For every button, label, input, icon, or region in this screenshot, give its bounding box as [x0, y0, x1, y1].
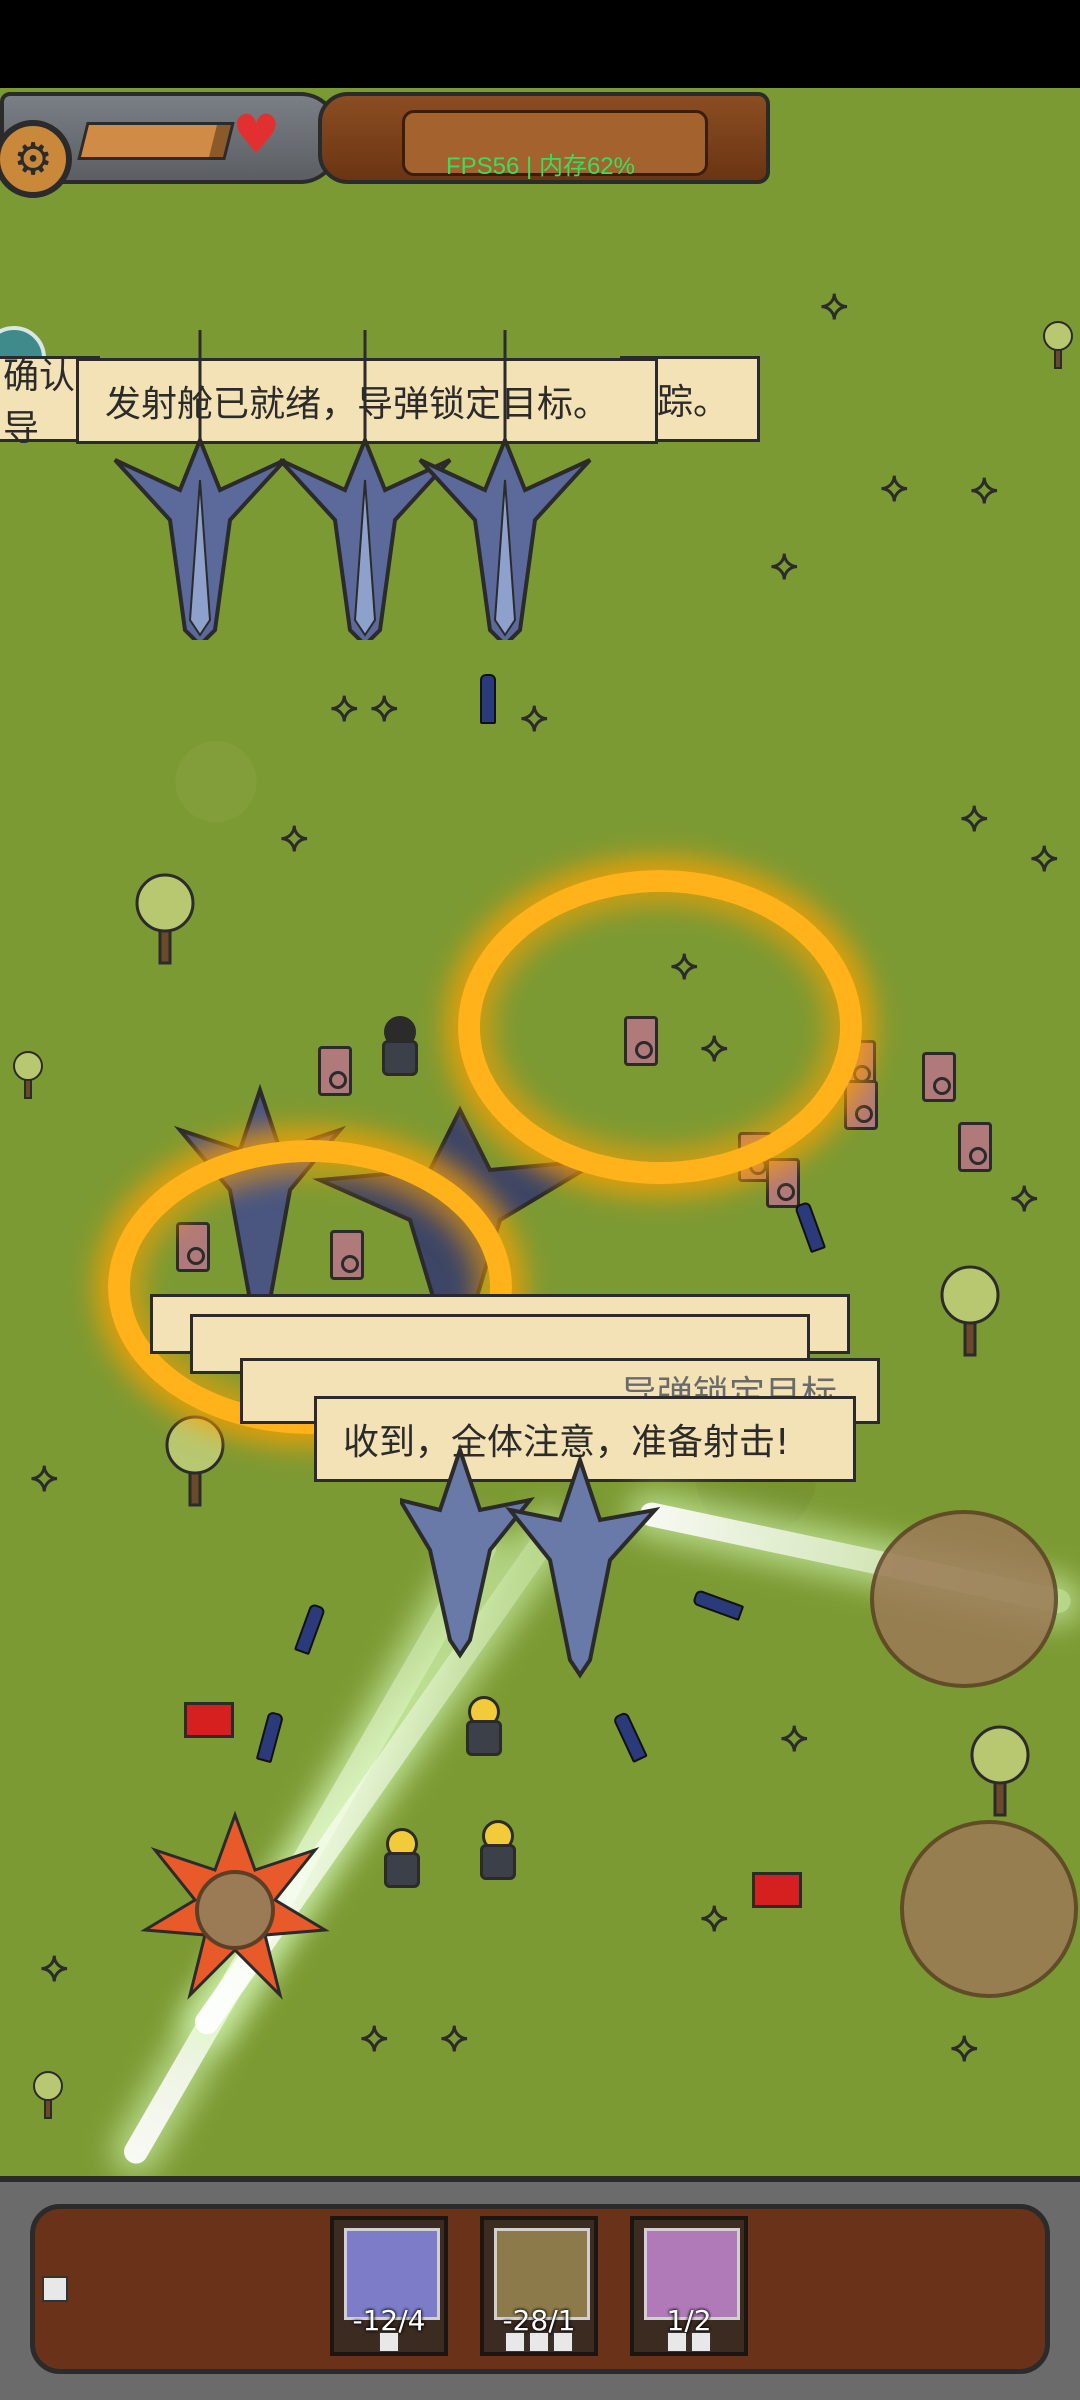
smoke-cloud [900, 1820, 1078, 1998]
tree [13, 1051, 43, 1099]
red-marker [752, 1872, 802, 1908]
warship[interactable] [400, 1440, 660, 1680]
unit-card-warship[interactable]: -28/1 [480, 2216, 598, 2356]
unit-card-speaker[interactable]: -12/4 [330, 2216, 448, 2356]
tree [33, 2071, 63, 2119]
fps-memory-readout: FPS56 | 内存62% [446, 153, 635, 180]
tree [970, 1725, 1030, 1817]
menu-icon[interactable] [42, 2276, 68, 2302]
unit-tags [484, 2332, 594, 2352]
unit-card-soldier[interactable]: 1/2 [630, 2216, 748, 2356]
missile [480, 674, 496, 724]
unit-tags [334, 2332, 444, 2352]
health-bar-fill [81, 125, 217, 157]
red-marker [184, 1702, 234, 1738]
heart-icon: ♥ [232, 103, 281, 166]
speaker-unit[interactable] [922, 1052, 956, 1102]
warship[interactable] [110, 330, 290, 640]
dark-soldier[interactable] [376, 1016, 418, 1076]
speaker-unit[interactable] [318, 1046, 352, 1096]
unit-tags [634, 2332, 744, 2352]
smoke-cloud [870, 1510, 1058, 1688]
explosion-effect [140, 1810, 330, 2000]
health-bar [77, 122, 235, 160]
fire-ring-effect [458, 870, 862, 1184]
tree [135, 873, 195, 965]
tree [1043, 321, 1073, 369]
soldier[interactable] [378, 1828, 420, 1888]
tree [165, 1415, 225, 1507]
speaker-unit[interactable] [766, 1158, 800, 1208]
soldier[interactable] [460, 1696, 502, 1756]
status-bar-area [0, 0, 1080, 88]
speaker-unit[interactable] [958, 1122, 992, 1172]
speaker-unit[interactable] [844, 1080, 878, 1130]
soldier[interactable] [474, 1820, 516, 1880]
warship[interactable] [415, 330, 595, 640]
tree [940, 1265, 1000, 1357]
dialog-text: 踪。 [657, 382, 730, 423]
